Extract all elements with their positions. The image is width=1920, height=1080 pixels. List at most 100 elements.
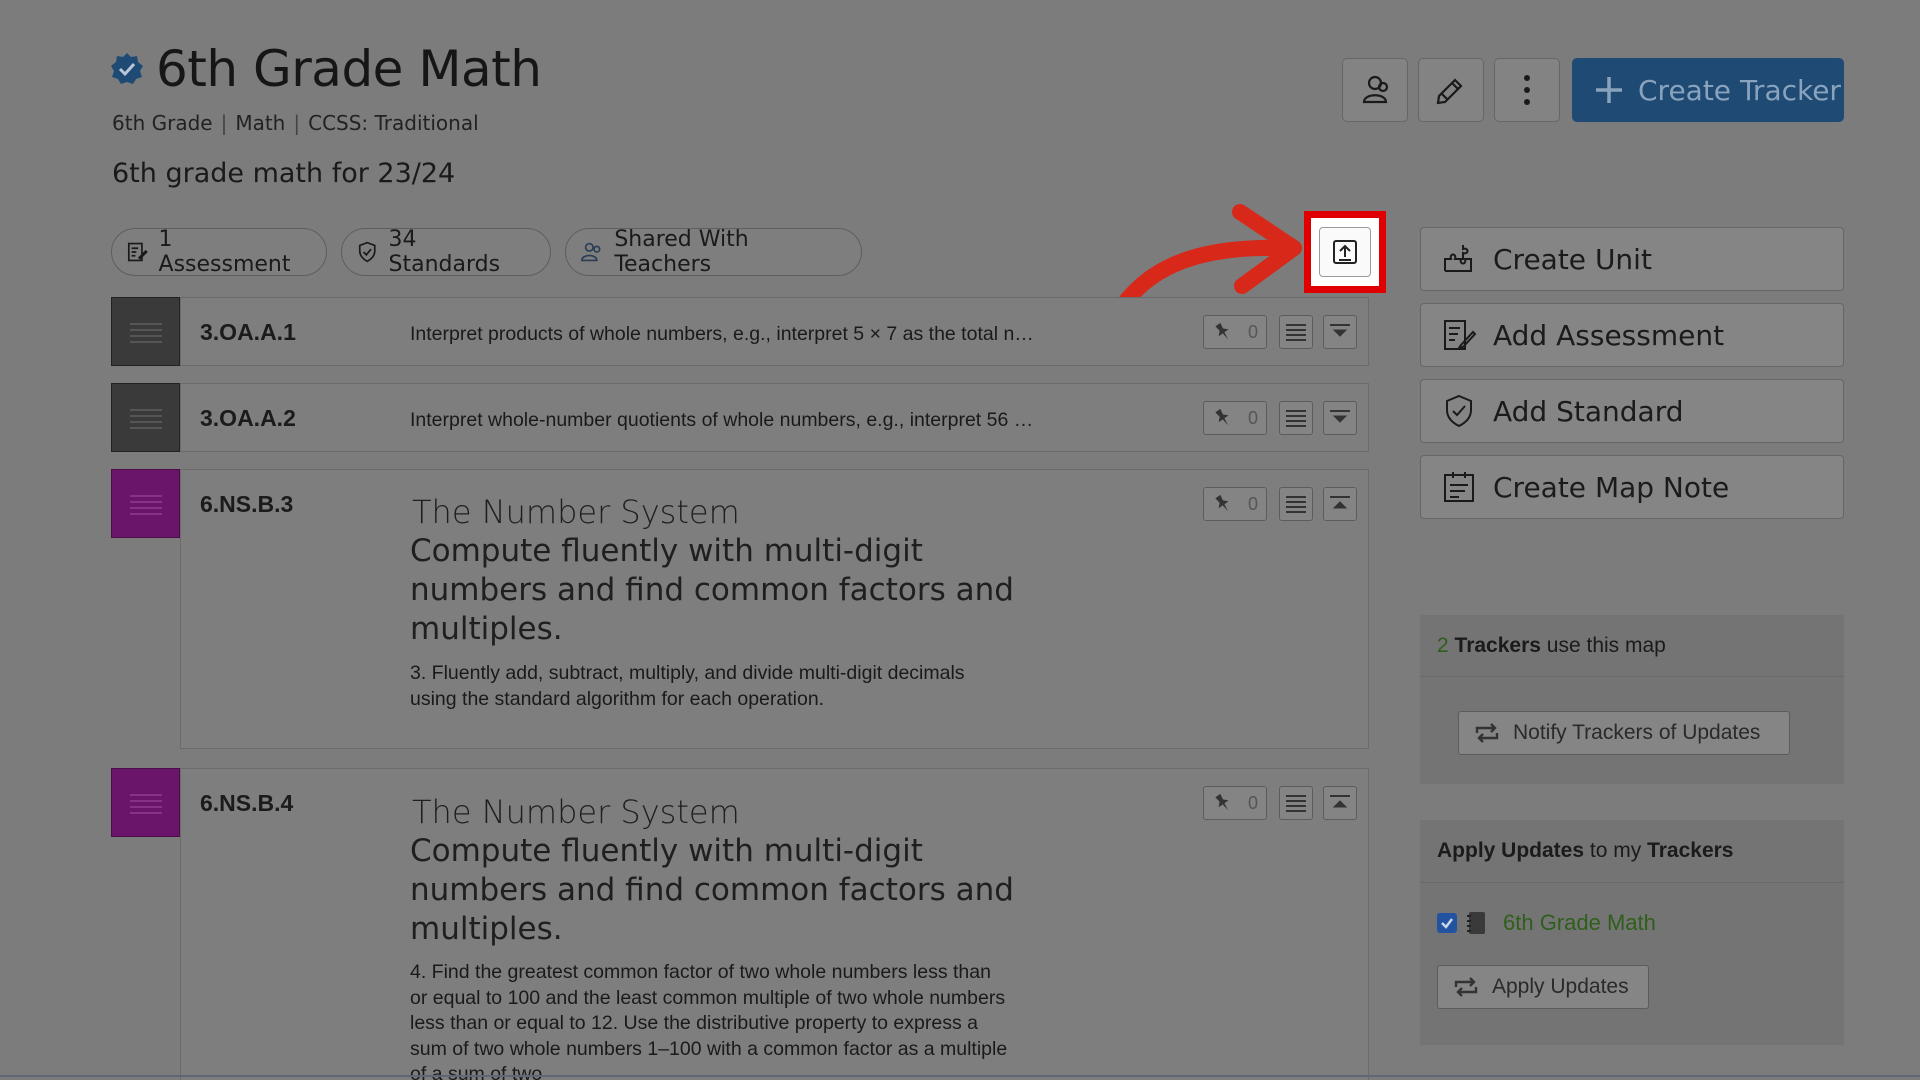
pin-counter[interactable]: 0 [1203,786,1267,820]
standards-pill-label: 34 Standards [388,227,501,277]
standard-text: Interpret whole-number quotients of whol… [410,409,1034,431]
export-highlight [1304,211,1386,293]
drag-handle[interactable] [111,297,180,366]
pin-icon [1215,408,1229,426]
standard-cluster: Compute fluently with multi-digit number… [410,833,1014,947]
standard-row-expanded[interactable]: 6.NS.B.4 The Number System Compute fluen… [180,768,1369,1080]
share-users-button[interactable] [1342,58,1408,122]
drag-lines-icon [129,494,162,515]
standard-code: 6.NS.B.4 [200,790,294,816]
standard-code: 3.OA.A.1 [200,319,296,345]
apply-updates-panel: Apply Updates to my Trackers 6th Grade M… [1420,820,1844,1045]
list-button[interactable] [1279,401,1313,435]
trackers-rest: use this map [1546,633,1666,657]
trackers-word: Trackers [1454,633,1541,657]
map-meta: 6th Grade | Math | CCSS: Traditional [112,111,479,135]
list-icon [1286,410,1306,427]
standard-row[interactable]: 3.OA.A.2 Interpret whole-number quotient… [180,383,1369,452]
notify-trackers-button[interactable]: Notify Trackers of Updates [1458,711,1790,755]
trackers-panel: 2 Trackers use this map Notify Trackers … [1420,615,1844,784]
collapse-button[interactable] [1323,487,1357,521]
shield-check-icon [358,241,376,263]
caret-down-icon [1330,324,1350,337]
sync-arrows-icon [1454,977,1478,997]
page-title: 6th Grade Math [156,40,542,98]
expand-button[interactable] [1323,401,1357,435]
assessment-icon [127,242,148,262]
drag-handle[interactable] [111,469,180,538]
meta-grade: 6th Grade [112,111,213,135]
tracker-checkbox[interactable] [1437,913,1457,933]
bottom-scroll-edge [0,1075,1920,1077]
pin-counter[interactable]: 0 [1203,487,1267,521]
pin-count: 0 [1247,321,1258,342]
drag-handle[interactable] [111,768,180,837]
standards-pill[interactable]: 34 Standards [341,227,551,277]
apply-updates-button[interactable]: Apply Updates [1437,965,1649,1009]
pin-icon [1215,494,1229,512]
shield-check-icon [1446,394,1472,428]
pin-icon [1215,793,1229,811]
create-map-note-button[interactable]: Create Map Note [1420,455,1844,519]
notebook-icon [1467,912,1485,934]
more-options-button[interactable] [1494,58,1560,122]
add-standard-label: Add Standard [1493,394,1684,428]
meta-framework: CCSS: Traditional [308,111,479,135]
drag-lines-icon [129,793,162,814]
list-button[interactable] [1279,786,1313,820]
map-note-icon [1444,472,1474,502]
create-unit-button[interactable]: Create Unit [1420,227,1844,291]
expand-button[interactable] [1323,315,1357,349]
assessment-icon [1444,320,1477,350]
meta-separator: | [220,111,228,135]
assessments-pill[interactable]: 1 Assessment [111,227,327,277]
apply-updates-label: Apply Updates [1492,975,1629,998]
map-description: 6th grade math for 23/24 [112,158,456,189]
puzzle-icon [1444,245,1472,272]
kebab-menu-icon [1524,75,1530,105]
apply-updates-mid: to my [1589,839,1642,862]
users-icon [581,242,601,262]
caret-up-icon [1330,496,1350,509]
pencil-icon [1436,78,1463,105]
export-button[interactable] [1319,227,1371,277]
standard-text: Interpret products of whole numbers, e.g… [410,323,1034,345]
create-tracker-label: Create Tracker [1638,73,1841,107]
pin-counter[interactable]: 0 [1203,401,1267,435]
list-button[interactable] [1279,315,1313,349]
meta-subject: Math [235,111,286,135]
create-map-note-label: Create Map Note [1493,470,1730,504]
drag-lines-icon [129,322,162,343]
tracker-item: 6th Grade Math [1437,910,1656,936]
standard-row[interactable]: 3.OA.A.1 Interpret products of whole num… [180,297,1369,366]
plus-icon [1596,77,1622,103]
shared-pill[interactable]: Shared With Teachers [565,227,862,277]
standard-row-expanded[interactable]: 6.NS.B.3 The Number System Compute fluen… [180,469,1369,749]
standard-code: 3.OA.A.2 [200,405,296,431]
caret-up-icon [1330,795,1350,808]
drag-handle[interactable] [111,383,180,452]
upload-icon [1333,240,1357,264]
pin-count: 0 [1247,792,1258,813]
caret-down-icon [1330,410,1350,423]
apply-updates-trackers: Trackers [1647,839,1734,862]
assessments-pill-label: 1 Assessment [158,227,291,277]
list-button[interactable] [1279,487,1313,521]
add-standard-button[interactable]: Add Standard [1420,379,1844,443]
create-unit-label: Create Unit [1493,242,1652,276]
list-icon [1286,795,1306,812]
apply-updates-bold: Apply Updates [1437,839,1585,862]
edit-button[interactable] [1418,58,1484,122]
collapse-button[interactable] [1323,786,1357,820]
pin-count: 0 [1247,493,1258,514]
list-icon [1286,496,1306,513]
pin-counter[interactable]: 0 [1203,315,1267,349]
tracker-name-link[interactable]: 6th Grade Math [1503,910,1656,936]
add-assessment-label: Add Assessment [1493,318,1725,352]
add-assessment-button[interactable]: Add Assessment [1420,303,1844,367]
users-icon [1362,75,1389,104]
notify-trackers-label: Notify Trackers of Updates [1513,721,1761,744]
create-tracker-button[interactable]: Create Tracker [1572,58,1844,122]
title-row: 6th Grade Math [110,40,542,98]
pin-count: 0 [1247,407,1258,428]
